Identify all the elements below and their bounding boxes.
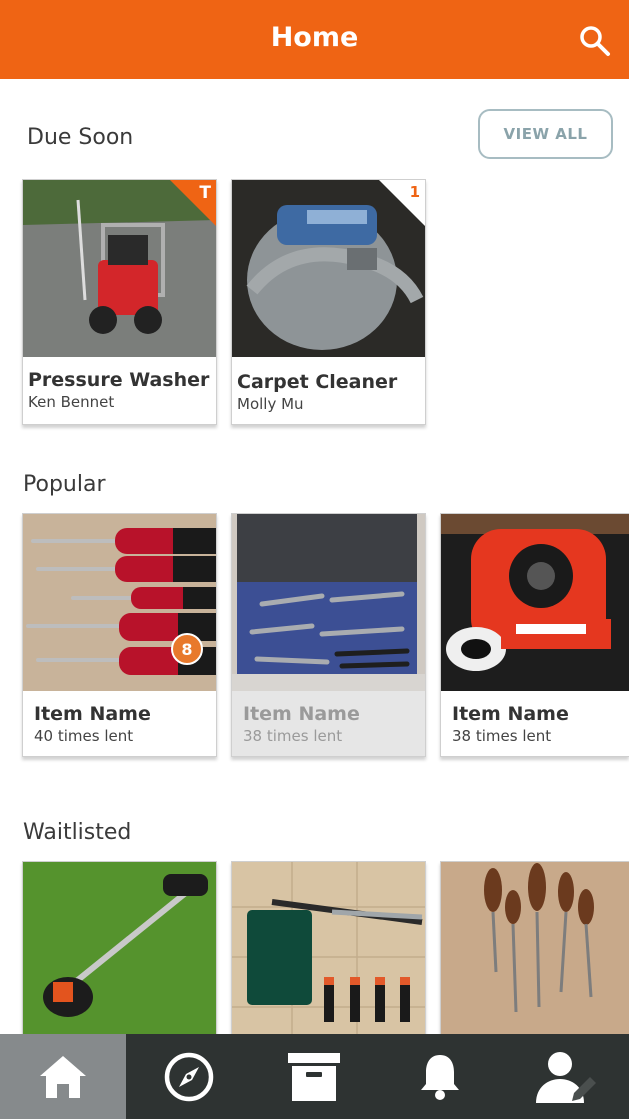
popular-item-card[interactable]: Item Name 38 times lent: [440, 513, 629, 757]
archive-box-icon: [288, 1052, 341, 1101]
screwdrivers-image: 8: [23, 514, 216, 691]
app-header: Home: [0, 0, 629, 79]
home-icon: [39, 1055, 86, 1098]
bottom-tab-bar: [0, 1034, 629, 1119]
item-owner: Ken Bennet: [28, 393, 115, 411]
stud-finder-image: [441, 514, 629, 691]
waitlisted-heading: Waitlisted: [23, 820, 132, 845]
item-owner: Molly Mu: [237, 395, 304, 413]
item-name: Item Name: [452, 703, 569, 725]
string-trimmer-image: [23, 862, 216, 1039]
waitlisted-item-card[interactable]: [231, 861, 426, 1061]
due-item-card[interactable]: 1 Carpet Cleaner Molly Mu: [231, 179, 426, 425]
page-title: Home: [270, 22, 359, 53]
popular-rank-badge: 8: [171, 633, 203, 665]
item-name: Pressure Washer: [28, 369, 210, 391]
waitlisted-item-card[interactable]: [440, 861, 629, 1061]
awls-image: [441, 862, 629, 1039]
tab-profile[interactable]: [503, 1034, 629, 1119]
item-lent-count: 38 times lent: [243, 727, 343, 745]
item-name: Carpet Cleaner: [237, 371, 398, 393]
item-lent-count: 40 times lent: [34, 727, 134, 745]
pressure-washer-image: T: [23, 180, 216, 357]
garden-tools-image: [232, 862, 425, 1039]
due-soon-heading: Due Soon: [27, 125, 134, 150]
compass-icon: [164, 1052, 213, 1101]
item-lent-count: 38 times lent: [452, 727, 552, 745]
popular-heading: Popular: [23, 472, 106, 497]
waitlisted-item-card[interactable]: [22, 861, 217, 1061]
due-item-card[interactable]: T Pressure Washer Ken Bennet: [22, 179, 217, 425]
due-corner-label: 1: [409, 183, 420, 201]
item-name: Item Name: [243, 703, 360, 725]
tab-inventory[interactable]: [252, 1034, 378, 1119]
item-name: Item Name: [34, 703, 151, 725]
bell-icon: [421, 1054, 460, 1100]
search-icon[interactable]: [578, 24, 612, 58]
drafting-set-image: [232, 514, 425, 691]
tab-explore[interactable]: [126, 1034, 252, 1119]
profile-edit-icon: [536, 1051, 597, 1103]
view-all-button[interactable]: VIEW ALL: [478, 109, 613, 159]
popular-item-card[interactable]: 8 Item Name 40 times lent: [22, 513, 217, 757]
carpet-cleaner-image: 1: [232, 180, 425, 357]
tab-home[interactable]: [0, 1034, 126, 1119]
popular-item-card[interactable]: Item Name 38 times lent: [231, 513, 426, 757]
tab-notifications[interactable]: [377, 1034, 503, 1119]
due-corner-label: T: [199, 183, 211, 203]
